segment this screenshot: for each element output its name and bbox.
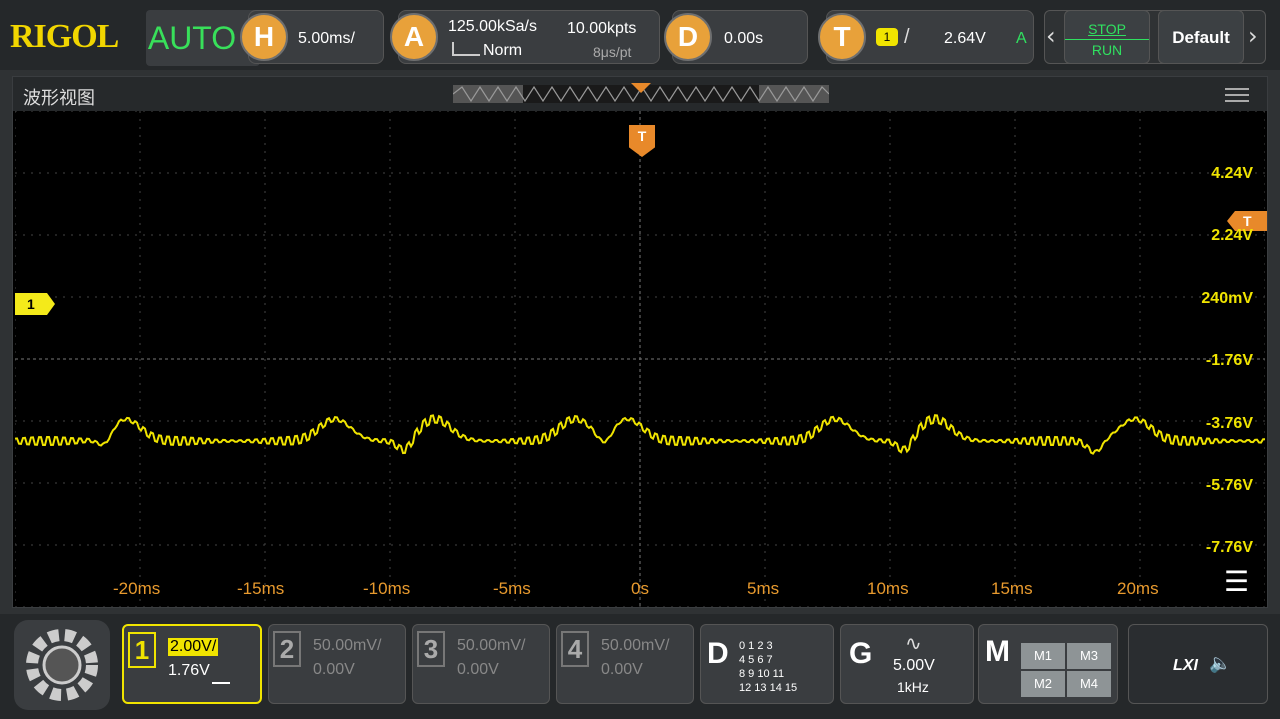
y-label-7: -7.76V: [1205, 539, 1253, 556]
trigger-level: 2.64V: [944, 30, 986, 47]
y-label-2: 2.24V: [1211, 227, 1253, 244]
generator-control[interactable]: G ∿ 5.00V 1kHz: [840, 624, 974, 704]
x-label-2: -15ms: [237, 579, 285, 598]
chevron-left-icon[interactable]: ‹: [1046, 22, 1056, 50]
waveform-grid[interactable]: [15, 111, 1265, 607]
channel3-number: 3: [417, 631, 445, 667]
sample-interval: 8μs/pt: [593, 44, 632, 60]
generator-amplitude: 5.00V: [893, 657, 935, 674]
math-m4-button[interactable]: M4: [1067, 671, 1111, 697]
oscilloscope-screen: RIGOL AUTO H 5.00ms/ A 125.00kSa/s 10.00…: [0, 0, 1280, 719]
x-label-5: 0s: [631, 579, 649, 598]
y-label-3: 240mV: [1201, 290, 1253, 307]
sine-wave-icon: ∿: [905, 631, 922, 655]
delay-value: 0.00s: [724, 30, 764, 47]
chevron-right-icon[interactable]: ›: [1248, 22, 1258, 50]
digital-label: D: [707, 637, 729, 670]
channel2-number: 2: [273, 631, 301, 667]
default-button[interactable]: Default: [1158, 10, 1244, 64]
run-label: RUN: [1065, 39, 1149, 60]
channel1-scale: 2.00V/: [168, 638, 219, 656]
stop-run-button[interactable]: STOP RUN: [1064, 10, 1150, 64]
math-label: M: [985, 635, 1010, 668]
x-label-8: 15ms: [991, 579, 1033, 598]
channel4-number: 4: [561, 631, 589, 667]
lxi-logo: LXI: [1173, 657, 1198, 674]
math-m1-button[interactable]: M1: [1021, 643, 1065, 669]
acquire-icon[interactable]: A: [390, 13, 438, 61]
digital-channel-grid: 0 1 2 34 5 6 78 9 10 11 12 13 14 15: [739, 640, 798, 694]
y-label-4: -1.76V: [1205, 352, 1253, 369]
speaker-mute-icon[interactable]: 🔈: [1209, 653, 1231, 674]
channel4-offset: 0.00V: [601, 661, 643, 678]
navigation-menu-icon[interactable]: ☰: [1224, 565, 1249, 598]
channel3-scale: 50.00mV/: [457, 637, 526, 654]
pulse-icon: [452, 42, 480, 56]
y-label-6: -5.76V: [1205, 477, 1253, 494]
channel1-offset: 1.76V: [168, 662, 210, 679]
x-label-1: -20ms: [113, 579, 161, 598]
waveform-title-bar: 波形视图: [13, 77, 1267, 111]
channel4-control[interactable]: 4 50.00mV/ 0.00V: [556, 624, 694, 704]
x-label-4: -5ms: [493, 579, 531, 598]
menu-icon[interactable]: [1225, 88, 1249, 102]
channel1-control[interactable]: 1 2.00V/ 1.76V: [122, 624, 262, 704]
generator-frequency: 1kHz: [897, 679, 929, 695]
sample-rate: 125.00kSa/s: [448, 18, 537, 35]
math-m3-button[interactable]: M3: [1067, 643, 1111, 669]
trigger-mode: A: [1016, 30, 1027, 47]
home-gear-icon[interactable]: [14, 620, 110, 710]
x-label-3: -10ms: [363, 579, 411, 598]
channel2-scale: 50.00mV/: [313, 637, 382, 654]
channel3-offset: 0.00V: [457, 661, 499, 678]
channel2-control[interactable]: 2 50.00mV/ 0.00V: [268, 624, 406, 704]
acquire-mode: Norm: [483, 42, 523, 59]
y-label-5: -3.76V: [1205, 415, 1253, 432]
x-label-9: 20ms: [1117, 579, 1159, 598]
timebase-value: 5.00ms/: [298, 30, 355, 47]
delay-icon[interactable]: D: [664, 13, 712, 61]
rigol-logo: RIGOL: [10, 18, 119, 55]
math-control[interactable]: M M1 M3 M2 M4: [978, 624, 1118, 704]
channel3-control[interactable]: 3 50.00mV/ 0.00V: [412, 624, 550, 704]
channel1-offset-marker[interactable]: 1: [15, 293, 55, 315]
rising-edge-icon: /: [904, 26, 910, 48]
channel4-scale: 50.00mV/: [601, 637, 670, 654]
top-bar: RIGOL AUTO H 5.00ms/ A 125.00kSa/s 10.00…: [0, 0, 1280, 70]
status-area: LXI 🔈: [1128, 624, 1268, 704]
memory-depth: 10.00kpts: [567, 20, 637, 37]
y-label-1: 4.24V: [1211, 165, 1253, 182]
horizontal-icon[interactable]: H: [240, 13, 288, 61]
channel2-offset: 0.00V: [313, 661, 355, 678]
channel1-number: 1: [128, 632, 156, 668]
trigger-icon[interactable]: T: [818, 13, 866, 61]
memory-overview-bar[interactable]: [453, 83, 829, 105]
waveform-view: 波形视图 T 1 T 4.24V 2.24V 240mV -1.76V -3.7…: [12, 76, 1268, 608]
x-label-6: 5ms: [747, 579, 780, 598]
trigger-source-badge: 1: [876, 28, 898, 46]
panel-title: 波形视图: [23, 88, 95, 109]
dc-coupling-icon: [212, 682, 230, 684]
generator-label: G: [849, 637, 873, 670]
stop-label: STOP: [1088, 21, 1126, 37]
x-label-7: 10ms: [867, 579, 909, 598]
math-m2-button[interactable]: M2: [1021, 671, 1065, 697]
digital-channels-control[interactable]: D 0 1 2 34 5 6 78 9 10 11 12 13 14 15: [700, 624, 834, 704]
